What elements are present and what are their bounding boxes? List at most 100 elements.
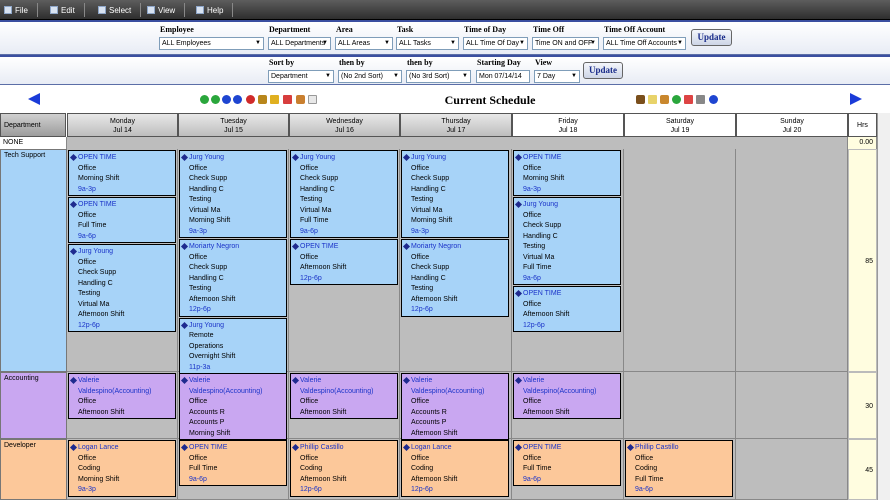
- delete-circle-icon[interactable]: [246, 95, 255, 104]
- area-label: Area: [336, 25, 353, 34]
- shift-employee[interactable]: Moriarty Negron: [411, 242, 505, 253]
- previous-week-arrow-icon[interactable]: [28, 93, 40, 105]
- shift-card[interactable]: OPEN TIME Office Full Time 9a-6p: [513, 440, 621, 486]
- shift-card[interactable]: Moriarty Negron Office Check Supp Handling …: [179, 239, 287, 317]
- vertical-scrollbar[interactable]: [877, 113, 890, 500]
- shift-card[interactable]: OPEN TIME Office Afternoon Shift 12p-6p: [513, 286, 621, 332]
- print-icon[interactable]: [696, 95, 705, 104]
- shift-card[interactable]: Logan Lance Office Coding Morning Shift 9a-3…: [68, 440, 176, 497]
- day-cell[interactable]: [624, 149, 736, 372]
- then-by-select-2[interactable]: (No 3rd Sort) ▼: [406, 70, 471, 83]
- shift-card[interactable]: Jurg Young Office Check Supp Handling C Test…: [513, 197, 621, 285]
- sort-by-select[interactable]: Department ▼: [268, 70, 334, 83]
- menu-view[interactable]: View: [147, 3, 186, 17]
- shift-employee[interactable]: OPEN TIME: [523, 289, 617, 300]
- shift-employee[interactable]: Jurg Young: [300, 153, 394, 164]
- notes-icon[interactable]: [296, 95, 305, 104]
- help-circle-icon[interactable]: [709, 95, 718, 104]
- day-cell[interactable]: [736, 439, 848, 500]
- shift-employee[interactable]: Valerie Valdespino(Accounting): [78, 376, 172, 397]
- menu-select[interactable]: Select: [98, 3, 142, 17]
- time-off-select[interactable]: Time ON and OFF ▼: [532, 37, 599, 50]
- user-icon[interactable]: [258, 95, 267, 104]
- star-icon[interactable]: [270, 95, 279, 104]
- shift-card[interactable]: Valerie Valdespino(Accounting) Office Acco…: [401, 373, 509, 440]
- shift-card[interactable]: Jurg Young Office Check Supp Handling C Test…: [68, 244, 176, 332]
- shift-card[interactable]: Valerie Valdespino(Accounting) Office Acco…: [179, 373, 287, 440]
- time-of-day-select[interactable]: ALL Time Of Day ▼: [463, 37, 528, 50]
- shift-employee[interactable]: OPEN TIME: [300, 242, 394, 253]
- area-select[interactable]: ALL Areas ▼: [335, 37, 393, 50]
- add-circle-icon[interactable]: [222, 95, 231, 104]
- shift-card[interactable]: Valerie Valdespino(Accounting) Office Afte…: [290, 373, 398, 419]
- shift-employee[interactable]: Valerie Valdespino(Accounting): [523, 376, 617, 397]
- starting-day-input[interactable]: Mon 07/14/14: [476, 70, 530, 83]
- department-select-value: ALL Departments: [271, 40, 326, 47]
- shift-detail: Office: [411, 164, 430, 172]
- shift-employee[interactable]: Jurg Young: [189, 153, 283, 164]
- menu-edit[interactable]: Edit: [50, 3, 85, 17]
- update-filters-button[interactable]: Update: [691, 29, 732, 46]
- shift-card[interactable]: OPEN TIME Office Morning Shift 9a-3p: [513, 150, 621, 196]
- task-select[interactable]: ALL Tasks ▼: [396, 37, 459, 50]
- shift-employee[interactable]: OPEN TIME: [78, 153, 172, 164]
- shift-employee[interactable]: Valerie Valdespino(Accounting): [300, 376, 394, 397]
- shift-detail: Handling C: [523, 232, 558, 240]
- back-circle-icon[interactable]: [200, 95, 209, 104]
- shift-card[interactable]: Phillip Castillo Office Coding Afternoon Sh…: [290, 440, 398, 497]
- shift-card[interactable]: Jurg Young Office Check Supp Handling C Test…: [401, 150, 509, 238]
- shift-employee[interactable]: Jurg Young: [189, 321, 283, 332]
- time-off-account-select[interactable]: ALL Time Off Accounts ▼: [603, 37, 686, 50]
- document-icon[interactable]: [684, 95, 693, 104]
- flag-icon[interactable]: [283, 95, 292, 104]
- day-header: Wednesday Jul 16: [289, 113, 400, 137]
- shift-employee[interactable]: Jurg Young: [523, 200, 617, 211]
- shift-card[interactable]: Valerie Valdespino(Accounting) Office Afte…: [513, 373, 621, 419]
- shift-detail: Afternoon Shift: [78, 311, 125, 318]
- menu-file[interactable]: File: [4, 3, 38, 17]
- shift-employee[interactable]: OPEN TIME: [523, 443, 617, 454]
- shift-employee[interactable]: Phillip Castillo: [300, 443, 394, 454]
- shift-card[interactable]: OPEN TIME Office Afternoon Shift 12p-6p: [290, 239, 398, 285]
- shift-employee[interactable]: OPEN TIME: [189, 443, 283, 454]
- clock-icon[interactable]: [672, 95, 681, 104]
- pencil-icon[interactable]: [660, 95, 669, 104]
- then-by-select-1[interactable]: (No 2nd Sort) ▼: [338, 70, 402, 83]
- next-week-arrow-icon[interactable]: [850, 93, 862, 105]
- employee-select[interactable]: ALL Employees ▼: [159, 37, 264, 50]
- shift-employee[interactable]: Moriarty Negron: [189, 242, 283, 253]
- shift-card[interactable]: OPEN TIME Office Morning Shift 9a-3p: [68, 150, 176, 196]
- shift-card[interactable]: Phillip Castillo Office Coding Full Time 9a-…: [625, 440, 733, 497]
- shift-employee[interactable]: Logan Lance: [78, 443, 172, 454]
- day-header: Thursday Jul 17: [400, 113, 512, 137]
- shift-employee[interactable]: OPEN TIME: [78, 200, 172, 211]
- shift-card[interactable]: Jurg Young Office Check Supp Handling C Test…: [179, 150, 287, 238]
- update-sort-button[interactable]: Update: [583, 62, 623, 79]
- day-cell[interactable]: [736, 149, 848, 372]
- shift-card[interactable]: OPEN TIME Office Full Time 9a-6p: [179, 440, 287, 486]
- shift-card[interactable]: OPEN TIME Office Full Time 9a-6p: [68, 197, 176, 243]
- department-select[interactable]: ALL Departments ▼: [268, 37, 331, 50]
- day-cell[interactable]: [624, 372, 736, 439]
- shift-employee[interactable]: Jurg Young: [78, 247, 172, 258]
- add-shift-icon[interactable]: [233, 95, 242, 104]
- shift-employee[interactable]: OPEN TIME: [523, 153, 617, 164]
- shift-card[interactable]: Jurg Young Office Check Supp Handling C Test…: [290, 150, 398, 238]
- tools-icon[interactable]: [636, 95, 645, 104]
- shift-employee[interactable]: Jurg Young: [411, 153, 505, 164]
- forward-circle-icon[interactable]: [211, 95, 220, 104]
- none-row: NONE 0.00: [0, 137, 890, 149]
- shift-employee[interactable]: Valerie Valdespino(Accounting): [189, 376, 283, 397]
- shift-employee[interactable]: Logan Lance: [411, 443, 505, 454]
- email-icon[interactable]: [308, 95, 317, 104]
- shift-card[interactable]: Valerie Valdespino(Accounting) Office Afte…: [68, 373, 176, 419]
- shift-employee[interactable]: Valerie Valdespino(Accounting): [411, 376, 505, 397]
- day-cell[interactable]: [736, 372, 848, 439]
- shift-card[interactable]: Logan Lance Office Coding Afternoon Shift 12…: [401, 440, 509, 497]
- view-select[interactable]: 7 Day ▼: [534, 70, 580, 83]
- report-icon[interactable]: [648, 95, 657, 104]
- shift-employee[interactable]: Phillip Castillo: [635, 443, 729, 454]
- shift-card[interactable]: Jurg Young Remote Operations Overnight Shif…: [179, 317, 287, 374]
- shift-card[interactable]: Moriarty Negron Office Check Supp Handling …: [401, 239, 509, 317]
- menu-help[interactable]: Help: [196, 3, 234, 17]
